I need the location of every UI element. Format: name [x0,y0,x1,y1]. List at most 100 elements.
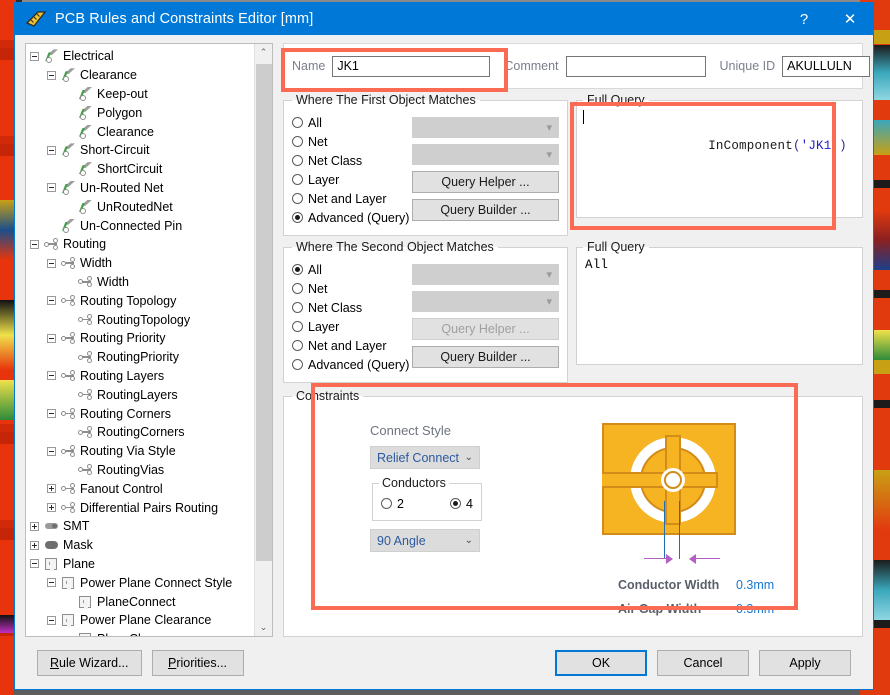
tree-item-smt[interactable]: SMT [26,517,255,536]
first-query-helper-button[interactable]: Query Helper ... [412,171,559,193]
tree-item-width[interactable]: Width [26,254,255,273]
tree-expander[interactable] [26,522,43,531]
tree-item-keep-out[interactable]: Keep-out [26,85,255,104]
second-object-radios[interactable]: AllNetNet Class Layer Net and LayerAdvance… [292,260,412,374]
tree-item-clearance[interactable]: Clearance [26,66,255,85]
second-object-radio-net-and-layer[interactable]: Net and Layer [292,336,412,355]
help-button[interactable]: ? [781,3,827,35]
tree-item-un-routed-net[interactable]: Un-Routed Net [26,179,255,198]
air-gap-width-value[interactable]: 0.3mm [736,602,774,616]
tree-expander[interactable] [26,240,43,249]
tree-item-routing-via-style[interactable]: Routing Via Style [26,442,255,461]
tree-item-polygon[interactable]: Polygon [26,103,255,122]
priorities-button[interactable]: Priorities... [152,650,244,676]
tree-item-routing-priority[interactable]: Routing Priority [26,329,255,348]
tree-item-shortcircuit[interactable]: ShortCircuit [26,160,255,179]
angle-select[interactable]: 90 Angle ⌄ [370,529,480,552]
tree-item-routingtopology[interactable]: RoutingTopology [26,310,255,329]
conductors-radio-2[interactable]: 2 [381,495,404,512]
first-full-query-text[interactable]: InComponent('JK1') [583,109,856,167]
tree-item-mask[interactable]: Mask [26,536,255,555]
radio-label: Layer [308,320,339,334]
tree-expander[interactable] [43,578,60,587]
tree-item-plane[interactable]: Plane [26,555,255,574]
smt-icon [43,519,60,533]
first-object-radio-layer[interactable]: Layer [292,170,412,189]
second-object-radio-all[interactable]: All [292,260,412,279]
first-object-radio-advanced-query-[interactable]: Advanced (Query) [292,208,412,227]
scroll-up-arrow[interactable]: ⌃ [255,44,272,61]
second-netclass-combo[interactable]: ▾ [412,291,559,312]
tree-expander[interactable] [43,71,60,80]
tree-item-routingcorners[interactable]: RoutingCorners [26,423,255,442]
first-query-builder-button[interactable]: Query Builder ... [412,199,559,221]
tree-item-routingpriority[interactable]: RoutingPriority [26,348,255,367]
unique-id-input[interactable] [782,56,870,77]
ok-button[interactable]: OK [555,650,647,676]
first-object-radio-all[interactable]: All [292,113,412,132]
conductors-radios[interactable]: 24 [379,492,475,514]
second-object-radio-net[interactable]: Net [292,279,412,298]
tree-item-differential-pairs-routing[interactable]: Differential Pairs Routing [26,498,255,517]
tree-expander[interactable] [43,334,60,343]
tree-expander[interactable] [26,541,43,550]
close-button[interactable]: ✕ [827,3,873,35]
tree-expander[interactable] [26,52,43,61]
tree-expander[interactable] [43,371,60,380]
connect-style-select[interactable]: Relief Connect ⌄ [370,446,480,469]
tree-expander[interactable] [26,559,43,568]
tree-item-clearance[interactable]: Clearance [26,122,255,141]
cancel-button[interactable]: Cancel [657,650,749,676]
tree-item-unroutednet[interactable]: UnRoutedNet [26,197,255,216]
tree-expander[interactable] [43,183,60,192]
second-full-query-text[interactable]: All [583,256,856,272]
conductors-radio-4[interactable]: 4 [450,495,473,512]
second-object-radio-advanced-query-[interactable]: Advanced (Query) [292,355,412,374]
tree-item-routinglayers[interactable]: RoutingLayers [26,385,255,404]
text-caret [583,110,584,124]
rules-tree-list[interactable]: ElectricalClearanceKeep-outPolygonCleara… [26,44,255,636]
tree-expander[interactable] [43,259,60,268]
first-net-combo[interactable]: ▾ [412,117,559,138]
radio-indicator [292,117,303,128]
first-object-radio-net-and-layer[interactable]: Net and Layer [292,189,412,208]
tree-expander[interactable] [43,146,60,155]
tree-expander[interactable] [43,484,60,493]
second-query-builder-button[interactable]: Query Builder ... [412,346,559,368]
name-input[interactable] [332,56,490,77]
scrollbar-thumb[interactable] [256,64,272,561]
tree-expander[interactable] [43,447,60,456]
tree-item-routing-corners[interactable]: Routing Corners [26,404,255,423]
comment-input[interactable] [566,56,706,77]
tree-item-power-plane-connect-style[interactable]: Power Plane Connect Style [26,573,255,592]
tree-item-planeclearance[interactable]: PlaneClearance [26,630,255,636]
first-object-radio-net[interactable]: Net [292,132,412,151]
tree-item-fanout-control[interactable]: Fanout Control [26,479,255,498]
first-object-radios[interactable]: All Net Net ClassLayerNet and LayerAdvance… [292,113,412,227]
apply-button[interactable]: Apply [759,650,851,676]
tree-item-short-circuit[interactable]: Short-Circuit [26,141,255,160]
scroll-down-arrow[interactable]: ⌄ [255,619,272,636]
tree-item-electrical[interactable]: Electrical [26,47,255,66]
tree-item-power-plane-clearance[interactable]: Power Plane Clearance [26,611,255,630]
rules-tree-scrollbar[interactable]: ⌃ ⌄ [254,44,272,636]
first-object-radio-net-class[interactable]: Net Class [292,151,412,170]
radio-label: Net [308,135,327,149]
tree-expander[interactable] [43,296,60,305]
conductor-width-value[interactable]: 0.3mm [736,578,774,592]
tree-item-routing-layers[interactable]: Routing Layers [26,367,255,386]
tree-item-width[interactable]: Width [26,273,255,292]
second-net-combo[interactable]: ▾ [412,264,559,285]
rule-wizard-button[interactable]: Rule Wizard... [37,650,142,676]
second-object-radio-net-class[interactable]: Net Class [292,298,412,317]
tree-item-routingvias[interactable]: RoutingVias [26,461,255,480]
first-netclass-combo[interactable]: ▾ [412,144,559,165]
tree-item-routing[interactable]: Routing [26,235,255,254]
tree-expander[interactable] [43,503,60,512]
tree-item-planeconnect[interactable]: PlaneConnect [26,592,255,611]
second-object-radio-layer[interactable]: Layer [292,317,412,336]
tree-item-routing-topology[interactable]: Routing Topology [26,291,255,310]
tree-item-un-connected-pin[interactable]: Un-Connected Pin [26,216,255,235]
tree-expander[interactable] [43,616,60,625]
tree-expander[interactable] [43,409,60,418]
